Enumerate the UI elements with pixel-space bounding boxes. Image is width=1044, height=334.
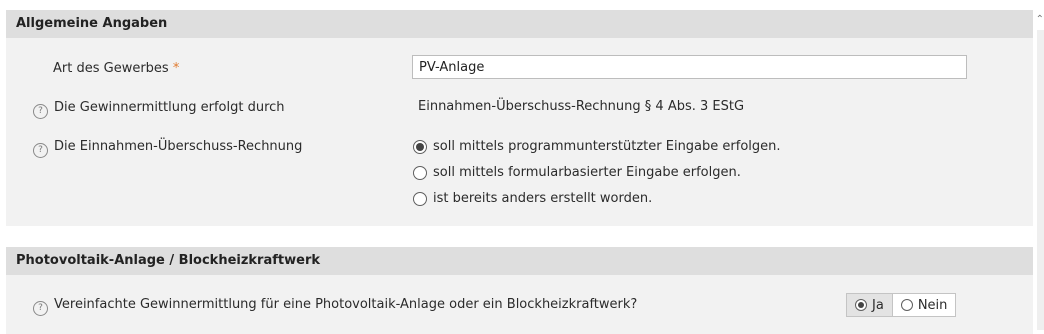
trade-label-text: Art des Gewerbes [53,61,169,76]
trade-input[interactable] [412,55,967,79]
eur-option-label: ist bereits anders erstellt worden. [433,191,653,206]
help-circle-icon[interactable]: ? [33,143,48,158]
radio-checked-icon[interactable] [855,299,867,311]
eur-label: ? Die Einnahmen-Überschuss-Rechnung [33,139,302,158]
pv-question-text: Vereinfachte Gewinnermittlung für eine P… [54,297,638,312]
pv-yes-option[interactable]: Ja [847,294,892,316]
profit-method-label: ? Die Gewinnermittlung erfolgt durch [33,100,285,119]
radio-unchecked-icon[interactable] [413,191,427,206]
help-circle-icon[interactable]: ? [33,301,48,316]
eur-option-label: soll mittels formularbasierter Eingabe e… [433,165,741,180]
pv-yes-label: Ja [872,297,884,313]
radio-unchecked-icon[interactable] [413,165,427,180]
help-circle-icon[interactable]: ? [33,104,48,119]
eur-option-program[interactable]: soll mittels programmunterstützter Einga… [413,139,781,154]
radio-unchecked-icon[interactable] [900,299,913,311]
required-mark: * [172,61,180,76]
eur-option-other[interactable]: ist bereits anders erstellt worden. [413,191,652,206]
eur-option-label: soll mittels programmunterstützter Einga… [433,139,781,154]
pv-no-label: Nein [917,297,948,313]
chevron-up-icon[interactable]: ⌃ [1036,14,1044,25]
profit-method-value: Einnahmen-Überschuss-Rechnung § 4 Abs. 3… [418,99,745,114]
pv-no-option[interactable]: Nein [891,294,956,316]
trade-label: Art des Gewerbes * [53,61,179,76]
pv-question: ? Vereinfachte Gewinnermittlung für eine … [33,297,637,316]
eur-label-text: Die Einnahmen-Überschuss-Rechnung [54,139,303,154]
section-pv: Photovoltaik-Anlage / Blockheizkraftwerk [6,247,1033,334]
radio-checked-icon[interactable] [413,139,427,154]
profit-method-label-text: Die Gewinnermittlung erfolgt durch [54,100,285,115]
section-general-title: Allgemeine Angaben [6,10,1033,38]
scrollbar[interactable] [1037,30,1044,330]
pv-yes-no-toggle[interactable]: Ja Nein [846,293,957,317]
section-pv-title: Photovoltaik-Anlage / Blockheizkraftwerk [6,247,1033,275]
eur-option-form[interactable]: soll mittels formularbasierter Eingabe e… [413,165,741,180]
